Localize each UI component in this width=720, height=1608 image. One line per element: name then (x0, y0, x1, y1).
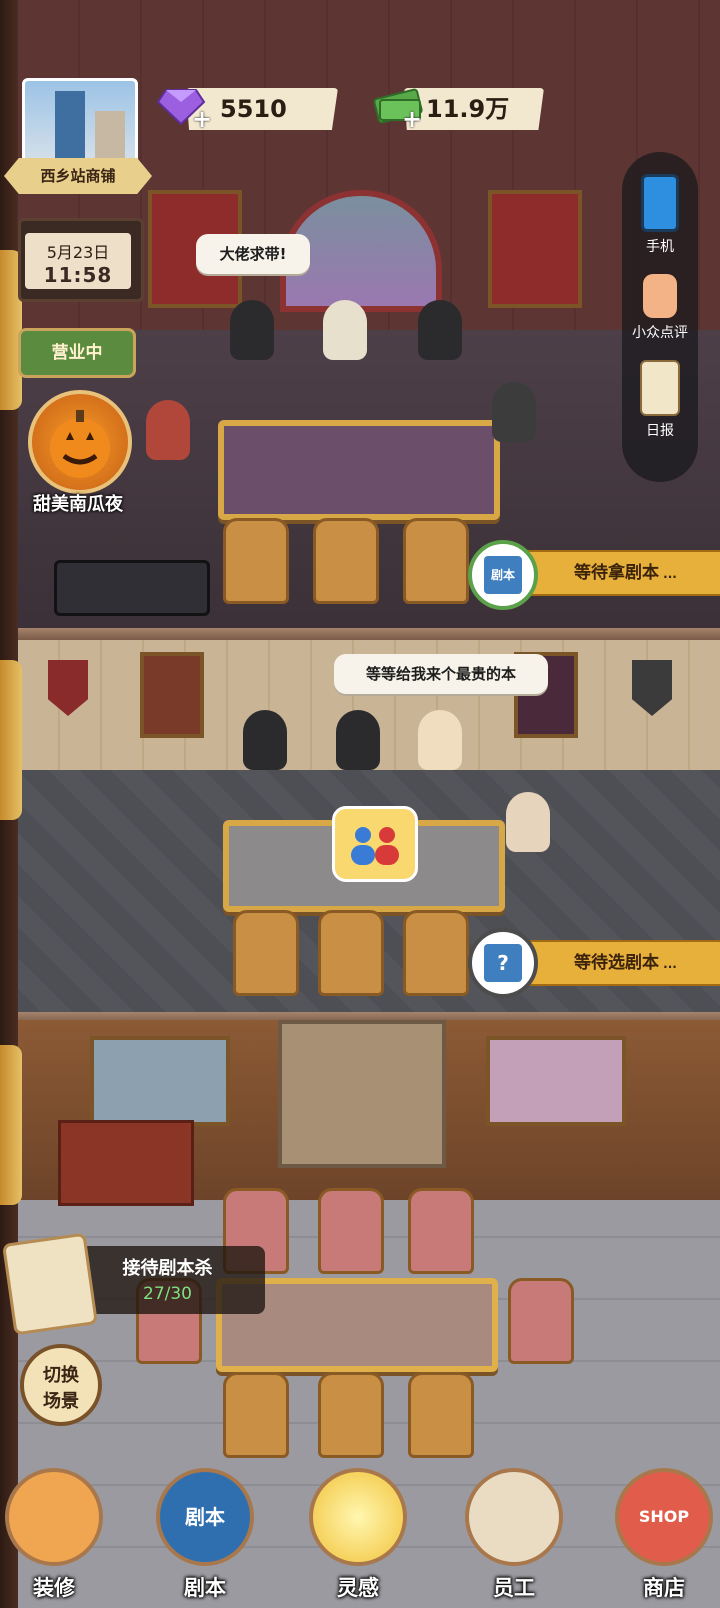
waiting-status-label: 等待选剧本 (574, 953, 659, 973)
event-label: 甜美南瓜夜 (33, 494, 123, 515)
table-1[interactable] (218, 420, 500, 520)
script-book-icon: 剧本 (156, 1468, 254, 1566)
portrait-painting (140, 652, 204, 738)
reception-count: 27/30 (143, 1284, 192, 1304)
right-menu: 手机 小众点评 日报 (622, 152, 698, 482)
add-cash-icon[interactable]: + (402, 107, 424, 131)
player-character[interactable] (418, 710, 462, 770)
fireplace (278, 1020, 446, 1168)
nav-scripts[interactable]: 剧本 剧本 (153, 1456, 257, 1606)
reception-title: 接待剧本杀 (122, 1258, 213, 1279)
player-character[interactable] (506, 792, 550, 852)
cabinet (58, 1120, 194, 1206)
daily-report-label: 日报 (646, 423, 674, 439)
open-status-button[interactable]: 营业中 (18, 328, 136, 378)
daily-report-button[interactable]: 日报 (622, 360, 698, 440)
chair (318, 1188, 384, 1274)
waiting-status[interactable]: 等待拿剧本 ... (520, 550, 720, 596)
player-character[interactable] (243, 710, 287, 770)
chair (223, 1372, 289, 1458)
script-book-icon: 剧本 (484, 556, 522, 594)
player-character[interactable] (323, 300, 367, 360)
player-character[interactable] (146, 400, 190, 460)
phone-label: 手机 (646, 239, 674, 255)
store-thumbnail[interactable] (22, 78, 138, 170)
nav-label: 员工 (493, 1576, 535, 1600)
employee-card-icon (465, 1468, 563, 1566)
chair (318, 910, 384, 996)
player-character[interactable] (230, 300, 274, 360)
nav-label: 商店 (643, 1576, 685, 1600)
player-character[interactable] (492, 382, 536, 442)
lightbulb-icon (309, 1468, 407, 1566)
landscape-painting (90, 1036, 230, 1126)
player-character[interactable] (418, 300, 462, 360)
chair (508, 1278, 574, 1364)
question-book-icon: ? (484, 944, 522, 982)
scroll-icon[interactable] (2, 1232, 98, 1336)
nav-inspiration[interactable]: 灵感 (306, 1456, 410, 1606)
review-label: 小众点评 (632, 325, 688, 341)
phone-button[interactable]: 手机 (622, 174, 698, 256)
side-tab[interactable] (0, 660, 22, 820)
sword-banner (488, 190, 582, 308)
nav-label: 装修 (33, 1576, 75, 1600)
reception-counter[interactable]: 接待剧本杀 27/30 (70, 1246, 265, 1314)
nav-label: 灵感 (337, 1576, 379, 1600)
review-button[interactable]: 小众点评 (622, 274, 698, 342)
chair (408, 1372, 474, 1458)
side-tab[interactable] (0, 1045, 22, 1205)
speech-bubble: 大佬求带! (196, 234, 310, 274)
waiting-script-indicator[interactable]: 剧本 (468, 540, 538, 610)
waiting-select-indicator[interactable]: ? (468, 928, 538, 998)
chair (223, 518, 289, 604)
add-gems-icon[interactable]: + (192, 107, 214, 131)
coffin-prop (54, 560, 210, 616)
shop-icon: SHOP (615, 1468, 713, 1566)
chair (403, 910, 469, 996)
switch-scene-button[interactable]: 切换场景 (20, 1344, 102, 1426)
pumpkin-event-icon[interactable] (28, 390, 132, 494)
clipboard-icon (640, 360, 680, 416)
nav-staff[interactable]: 员工 (462, 1456, 566, 1606)
nav-decorate[interactable]: 装修 (2, 1456, 106, 1606)
store-name[interactable]: 西乡站商铺 (4, 158, 152, 194)
chair (233, 910, 299, 996)
chat-people-icon[interactable] (332, 806, 418, 882)
time-label: 11:58 (43, 263, 113, 287)
chair (318, 1372, 384, 1458)
chair (313, 518, 379, 604)
speech-bubble: 等等给我来个最贵的本 (334, 654, 548, 694)
waiting-status[interactable]: 等待选剧本 ... (520, 940, 720, 986)
game-clock: 5月23日 11:58 (18, 218, 144, 302)
date-label: 5月23日 (46, 243, 110, 262)
switch-scene-label: 切换场景 (43, 1365, 79, 1412)
house-icon (5, 1468, 103, 1566)
landscape-painting (486, 1036, 626, 1126)
nav-label: 剧本 (184, 1576, 226, 1600)
nav-shop[interactable]: SHOP 商店 (612, 1456, 716, 1606)
cash-counter: 11.9万 (404, 88, 544, 130)
thumbs-up-icon (643, 274, 677, 318)
waiting-status-label: 等待拿剧本 (574, 563, 659, 583)
chair (403, 518, 469, 604)
chair (408, 1188, 474, 1274)
player-character[interactable] (336, 710, 380, 770)
phone-icon (641, 174, 679, 232)
